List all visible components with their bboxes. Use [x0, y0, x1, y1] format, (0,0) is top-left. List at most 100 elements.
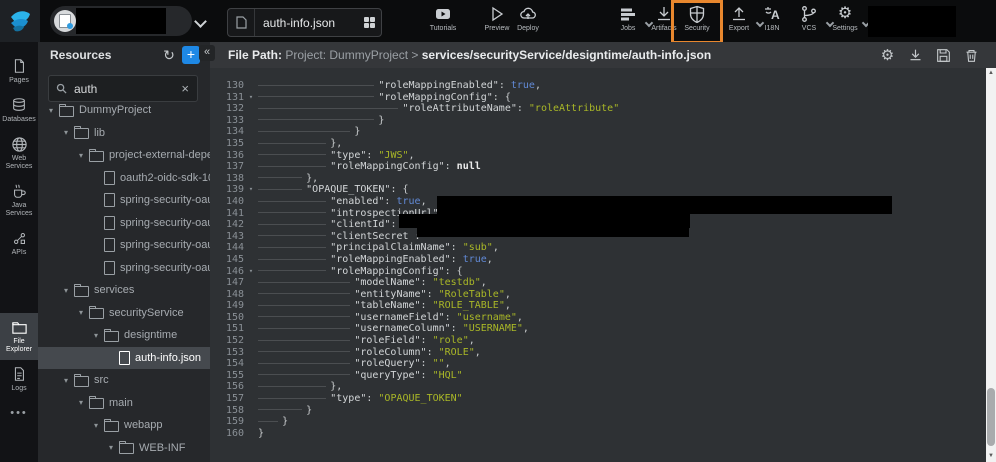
expand-caret-icon[interactable]: ▾	[61, 286, 71, 295]
tree-folder-securityservice[interactable]: ▾securityService	[38, 302, 210, 325]
open-file-tab[interactable]: auth-info.json	[227, 8, 382, 37]
tree-folder-main[interactable]: ▾main	[38, 392, 210, 415]
code-line-148[interactable]: 148"entityName": "RoleTable",	[210, 289, 986, 301]
code-line-149[interactable]: 149"tableName": "ROLE_TABLE",	[210, 300, 986, 312]
code-text: "roleMappingEnabled": true,	[258, 80, 986, 92]
settings-icon: ⚙	[823, 4, 867, 24]
line-number: 144	[210, 242, 244, 254]
code-editor[interactable]: 130"roleMappingEnabled": true,131▾"roleM…	[210, 68, 986, 462]
sidebar-item-databases[interactable]: Databases	[0, 91, 38, 130]
search-input[interactable]	[72, 81, 173, 97]
tree-file-spring-security-oau[interactable]: spring-security-oau	[38, 257, 210, 280]
sidebar-item-web-services[interactable]: Web Services	[0, 130, 38, 177]
tree-file-auth-info-json[interactable]: auth-info.json	[38, 347, 210, 370]
project-selector-caret-icon[interactable]	[196, 13, 205, 31]
scroll-down-arrow[interactable]: ▼	[986, 451, 996, 462]
expand-caret-icon[interactable]: ▾	[76, 151, 86, 160]
app-logo[interactable]	[0, 0, 40, 42]
code-line-150[interactable]: 150"usernameField": "username",	[210, 312, 986, 324]
file-tree: ▾DummyProject▾lib▾project-external-depen…	[38, 99, 210, 462]
sidebar-item-label: Logs	[0, 385, 38, 393]
refresh-icon[interactable]: ↻	[160, 47, 178, 64]
toolbar-item-security[interactable]: Security	[675, 4, 719, 40]
left-nav-rail: PagesDatabasesWeb ServicesJava ServicesA…	[0, 42, 38, 462]
expand-caret-icon[interactable]: ▾	[46, 106, 56, 115]
code-line-132[interactable]: 132"roleAttributeName": "roleAttribute"	[210, 103, 986, 115]
tree-folder-web-inf[interactable]: ▾WEB-INF	[38, 437, 210, 460]
sidebar-item-logs[interactable]: Logs	[0, 360, 38, 399]
tree-file-spring-security-oau[interactable]: spring-security-oau	[38, 212, 210, 235]
sidebar-item-java-services[interactable]: Java Services	[0, 177, 38, 224]
code-line-156[interactable]: 156},	[210, 381, 986, 393]
tree-file-spring-security-oau[interactable]: spring-security-oau	[38, 189, 210, 212]
code-line-155[interactable]: 155"queryType": "HQL"	[210, 370, 986, 382]
line-number: 153	[210, 347, 244, 359]
expand-caret-icon[interactable]: ▾	[76, 398, 86, 407]
line-number: 145	[210, 254, 244, 266]
editor-scrollbar[interactable]: ▲ ▼	[986, 68, 996, 462]
delete-file-icon[interactable]	[963, 47, 980, 64]
clear-search-icon[interactable]: ×	[173, 81, 197, 96]
code-line-134[interactable]: 134}	[210, 126, 986, 138]
folder-icon	[104, 331, 119, 342]
code-line-131[interactable]: 131▾"roleMappingConfig": {	[210, 92, 986, 104]
sidebar-item-apis[interactable]: APIs	[0, 224, 38, 263]
expand-caret-icon[interactable]: ▾	[61, 128, 71, 137]
code-line-160[interactable]: 160}	[210, 428, 986, 440]
fold-marker-icon[interactable]: ▾	[244, 184, 258, 196]
tree-file-spring-security-oau[interactable]: spring-security-oau	[38, 234, 210, 257]
code-line-137[interactable]: 137"roleMappingConfig": null	[210, 161, 986, 173]
fold-gutter	[244, 126, 258, 138]
tab-grid-icon[interactable]	[357, 17, 381, 28]
fold-marker-icon[interactable]: ▾	[244, 92, 258, 104]
add-resource-button[interactable]: +	[182, 46, 200, 64]
code-line-152[interactable]: 152"roleField": "role",	[210, 335, 986, 347]
tree-folder-project-external-depend[interactable]: ▾project-external-depend	[38, 144, 210, 167]
editor-settings-gear-icon[interactable]: ⚙	[879, 47, 896, 64]
tree-folder-designtime[interactable]: ▾designtime	[38, 324, 210, 347]
expand-caret-icon[interactable]: ▾	[61, 376, 71, 385]
code-line-157[interactable]: 157"type": "OPAQUE_TOKEN"	[210, 393, 986, 405]
tree-item-label: services	[94, 284, 134, 296]
code-line-154[interactable]: 154"roleQuery": "",	[210, 358, 986, 370]
code-line-146[interactable]: 146▾"roleMappingConfig": {	[210, 266, 986, 278]
code-line-145[interactable]: 145"roleMappingEnabled": true,	[210, 254, 986, 266]
tree-folder-services[interactable]: ▾ services	[38, 279, 210, 302]
tree-folder-webapp[interactable]: ▾webapp	[38, 414, 210, 437]
expand-caret-icon[interactable]: ▾	[76, 308, 86, 317]
tree-folder-lib[interactable]: ▾lib	[38, 122, 210, 145]
save-file-icon[interactable]	[935, 47, 952, 64]
code-line-153[interactable]: 153"roleColumn": "ROLE",	[210, 347, 986, 359]
sidebar-item-file-explorer[interactable]: File Explorer	[0, 313, 38, 360]
toolbar-item-settings[interactable]: ⚙Settings	[823, 4, 867, 40]
tree-folder-dummyproject[interactable]: ▾DummyProject	[38, 99, 210, 122]
code-line-133[interactable]: 133}	[210, 115, 986, 127]
code-line-139[interactable]: 139▾"OPAQUE_TOKEN": {	[210, 184, 986, 196]
code-line-151[interactable]: 151"usernameColumn": "USERNAME",	[210, 323, 986, 335]
sidebar-item-more[interactable]: •••	[0, 399, 38, 428]
code-text: },	[258, 173, 986, 185]
sidebar-item-pages[interactable]: Pages	[0, 52, 38, 91]
line-number: 136	[210, 150, 244, 162]
collapse-panel-button[interactable]: «	[199, 45, 215, 61]
line-number: 135	[210, 138, 244, 150]
code-line-144[interactable]: 144"principalClaimName": "sub",	[210, 242, 986, 254]
tree-folder-src[interactable]: ▾src	[38, 369, 210, 392]
expand-caret-icon[interactable]: ▾	[91, 331, 101, 340]
toolbar-item-tutorials[interactable]: Tutorials	[421, 4, 465, 40]
toolbar-item-deploy[interactable]: Deploy	[506, 4, 550, 40]
code-line-159[interactable]: 159}	[210, 416, 986, 428]
code-line-135[interactable]: 135},	[210, 138, 986, 150]
download-file-icon[interactable]	[907, 47, 924, 64]
tree-file-oauth2-oidc-sdk-10[interactable]: oauth2-oidc-sdk-10	[38, 167, 210, 190]
code-line-158[interactable]: 158}	[210, 405, 986, 417]
expand-caret-icon[interactable]: ▾	[91, 421, 101, 430]
expand-caret-icon[interactable]: ▾	[106, 443, 116, 452]
fold-marker-icon[interactable]: ▾	[244, 266, 258, 278]
code-line-130[interactable]: 130"roleMappingEnabled": true,	[210, 80, 986, 92]
scroll-up-arrow[interactable]: ▲	[986, 68, 996, 79]
scrollbar-thumb[interactable]	[987, 388, 995, 446]
code-line-147[interactable]: 147"modelName": "testdb",	[210, 277, 986, 289]
code-line-136[interactable]: 136"type": "JWS",	[210, 150, 986, 162]
code-line-138[interactable]: 138},	[210, 173, 986, 185]
